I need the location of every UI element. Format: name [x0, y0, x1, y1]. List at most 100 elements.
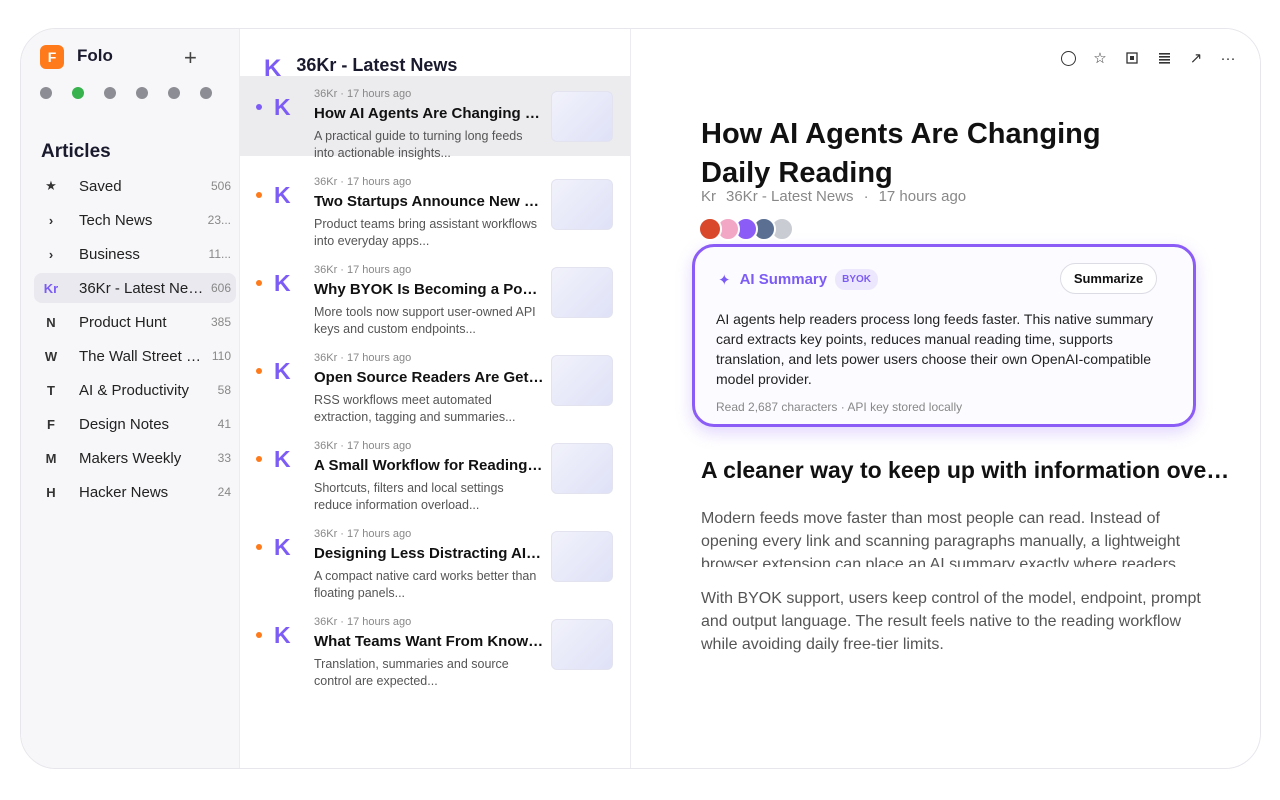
- reader-toolbar: ☆ ↗ ···: [1058, 48, 1238, 68]
- list-item[interactable]: K 36Kr · 17 hours ago What Teams Want Fr…: [240, 604, 630, 692]
- entry-meta: 36Kr · 17 hours ago: [314, 88, 412, 100]
- summarize-button[interactable]: Summarize: [1060, 263, 1157, 294]
- feed-count: 506: [210, 179, 231, 193]
- reader-avatar: [698, 217, 722, 241]
- feed-item-makers-weekly[interactable]: M Makers Weekly 33: [34, 443, 236, 473]
- feed-item-ai-productivity[interactable]: T AI & Productivity 58: [34, 375, 236, 405]
- entry-snippet: A compact native card works better than …: [314, 569, 537, 600]
- list-item-selected[interactable]: K 36Kr · 17 hours ago How AI Agents Are …: [240, 76, 630, 160]
- sidebar: F Folo + Articles ★ Saved 506 › Tech New…: [21, 29, 240, 768]
- mark-read-circle-icon[interactable]: [1058, 48, 1078, 68]
- app-name: Folo: [77, 46, 113, 65]
- feed-icon: F: [47, 416, 55, 432]
- feed-item-product-hunt[interactable]: N Product Hunt 385: [34, 307, 236, 337]
- more-icon[interactable]: ···: [1218, 48, 1238, 68]
- entry-snippet: Shortcuts, filters and local settings re…: [314, 481, 504, 512]
- star-icon[interactable]: ☆: [1090, 48, 1110, 68]
- feed-logo-icon: K: [274, 446, 291, 472]
- feed-label: Saved: [79, 177, 122, 195]
- view-dot-5[interactable]: [168, 87, 180, 99]
- view-dot-1[interactable]: [40, 87, 52, 99]
- star-icon: ★: [45, 178, 57, 193]
- reader-list-icon[interactable]: [1154, 48, 1174, 68]
- feed-count: 58: [217, 383, 231, 397]
- feed-logo-icon: K: [274, 358, 291, 384]
- list-item[interactable]: K 36Kr · 17 hours ago Designing Less Dis…: [240, 516, 630, 604]
- feed-folder-tech-news[interactable]: › Tech News 23...: [34, 205, 236, 235]
- feed-list: ★ Saved 506 › Tech News 23... › Business…: [34, 171, 236, 511]
- feed-item-saved[interactable]: ★ Saved 506: [34, 171, 236, 201]
- unread-dot-icon: [256, 632, 262, 638]
- list-item[interactable]: K 36Kr · 17 hours ago Open Source Reader…: [240, 340, 630, 428]
- feed-label: Hacker News: [79, 483, 169, 501]
- ai-summary-text: AI agents help readers process long feed…: [716, 311, 1154, 387]
- entry-meta: 36Kr · 17 hours ago: [314, 176, 412, 188]
- entry-meta: 36Kr · 17 hours ago: [314, 264, 412, 276]
- feed-count: 606: [210, 281, 231, 295]
- ai-summary-footer: Read 2,687 characters · API key stored l…: [716, 400, 963, 414]
- entry-thumbnail: [551, 355, 613, 406]
- feed-label: Makers Weekly: [79, 449, 182, 467]
- unread-dot-icon: [256, 280, 262, 286]
- article-paragraph: With BYOK support, users keep control of…: [701, 590, 1201, 653]
- feed-icon: M: [45, 450, 57, 466]
- ai-summary-label: AI Summary: [739, 271, 828, 288]
- view-dot-6[interactable]: [200, 87, 212, 99]
- feed-label: Business: [79, 245, 140, 263]
- feed-count: 23...: [207, 213, 231, 227]
- feed-folder-business[interactable]: › Business 11...: [34, 239, 236, 269]
- feed-count: 11...: [208, 247, 231, 261]
- feed-item-36kr[interactable]: Kr 36Kr - Latest News 606: [34, 273, 236, 303]
- feed-logo-icon: K: [274, 94, 291, 120]
- entry-thumbnail: [551, 619, 613, 670]
- view-mode-icon[interactable]: [1122, 48, 1142, 68]
- feed-count: 24: [217, 485, 231, 499]
- feed-icon: W: [44, 348, 58, 364]
- article-body: Modern feeds move faster than most peopl…: [701, 507, 1201, 653]
- feed-label: 36Kr - Latest News: [79, 279, 204, 297]
- entry-title: Open Source Readers Are Getting Smarter: [314, 369, 544, 386]
- entry-title: Designing Less Distracting AI Features: [314, 545, 544, 562]
- list-item[interactable]: K 36Kr · 17 hours ago A Small Workflow f…: [240, 428, 630, 516]
- entry-thumbnail: [551, 443, 613, 494]
- article-title: How AI Agents Are Changing Daily Reading: [701, 118, 1101, 189]
- feed-logo-icon: K: [274, 622, 291, 648]
- entry-meta: 36Kr · 17 hours ago: [314, 352, 412, 364]
- add-feed-button[interactable]: +: [184, 47, 197, 69]
- feed-label: Design Notes: [79, 415, 170, 433]
- byok-badge: BYOK: [835, 269, 879, 290]
- share-icon[interactable]: ↗: [1186, 48, 1206, 68]
- view-switcher: [40, 87, 212, 99]
- view-dot-3[interactable]: [104, 87, 116, 99]
- feed-label: The Wall Street Journal: [79, 347, 204, 365]
- article-paragraph: Modern feeds move faster than most peopl…: [701, 510, 1181, 567]
- feed-count: 33: [217, 451, 231, 465]
- feed-icon: H: [46, 484, 56, 500]
- entry-title: What Teams Want From Knowledge Tools: [314, 633, 544, 650]
- entry-list-column: K 36Kr - Latest News K 36Kr · 17 hours a…: [240, 29, 631, 768]
- unread-dot-icon: [256, 456, 262, 462]
- entry-title: A Small Workflow for Reading Faster: [314, 457, 544, 474]
- sparkle-icon: ✦: [718, 271, 731, 289]
- list-item[interactable]: K 36Kr · 17 hours ago Two Startups Annou…: [240, 164, 630, 252]
- chevron-right-icon[interactable]: ›: [40, 247, 62, 262]
- chevron-right-icon[interactable]: ›: [40, 213, 62, 228]
- feed-label: AI & Productivity: [79, 381, 190, 399]
- view-dot-4[interactable]: [136, 87, 148, 99]
- feed-item-wsj[interactable]: W The Wall Street Journal 110: [34, 341, 236, 371]
- entry-thumbnail: [551, 179, 613, 230]
- feed-icon: T: [47, 382, 55, 398]
- reader-avatars: [698, 217, 794, 241]
- feed-logo-icon: K: [274, 534, 291, 560]
- article-reader: ☆ ↗ ··· How AI Agents Are Changing Daily…: [631, 29, 1260, 768]
- feed-logo-icon: K: [274, 270, 291, 296]
- list-item[interactable]: K 36Kr · 17 hours ago Why BYOK Is Becomi…: [240, 252, 630, 340]
- feed-item-design-notes[interactable]: F Design Notes 41: [34, 409, 236, 439]
- article-time: 17 hours ago: [878, 188, 967, 205]
- feed-icon: Kr: [43, 280, 59, 296]
- view-dot-2-active[interactable]: [72, 87, 84, 99]
- app-window: F Folo + Articles ★ Saved 506 › Tech New…: [20, 28, 1261, 769]
- feed-item-hacker-news[interactable]: H Hacker News 24: [34, 477, 236, 507]
- article-source[interactable]: 36Kr - Latest News: [726, 188, 854, 205]
- unread-dot-icon: [256, 192, 262, 198]
